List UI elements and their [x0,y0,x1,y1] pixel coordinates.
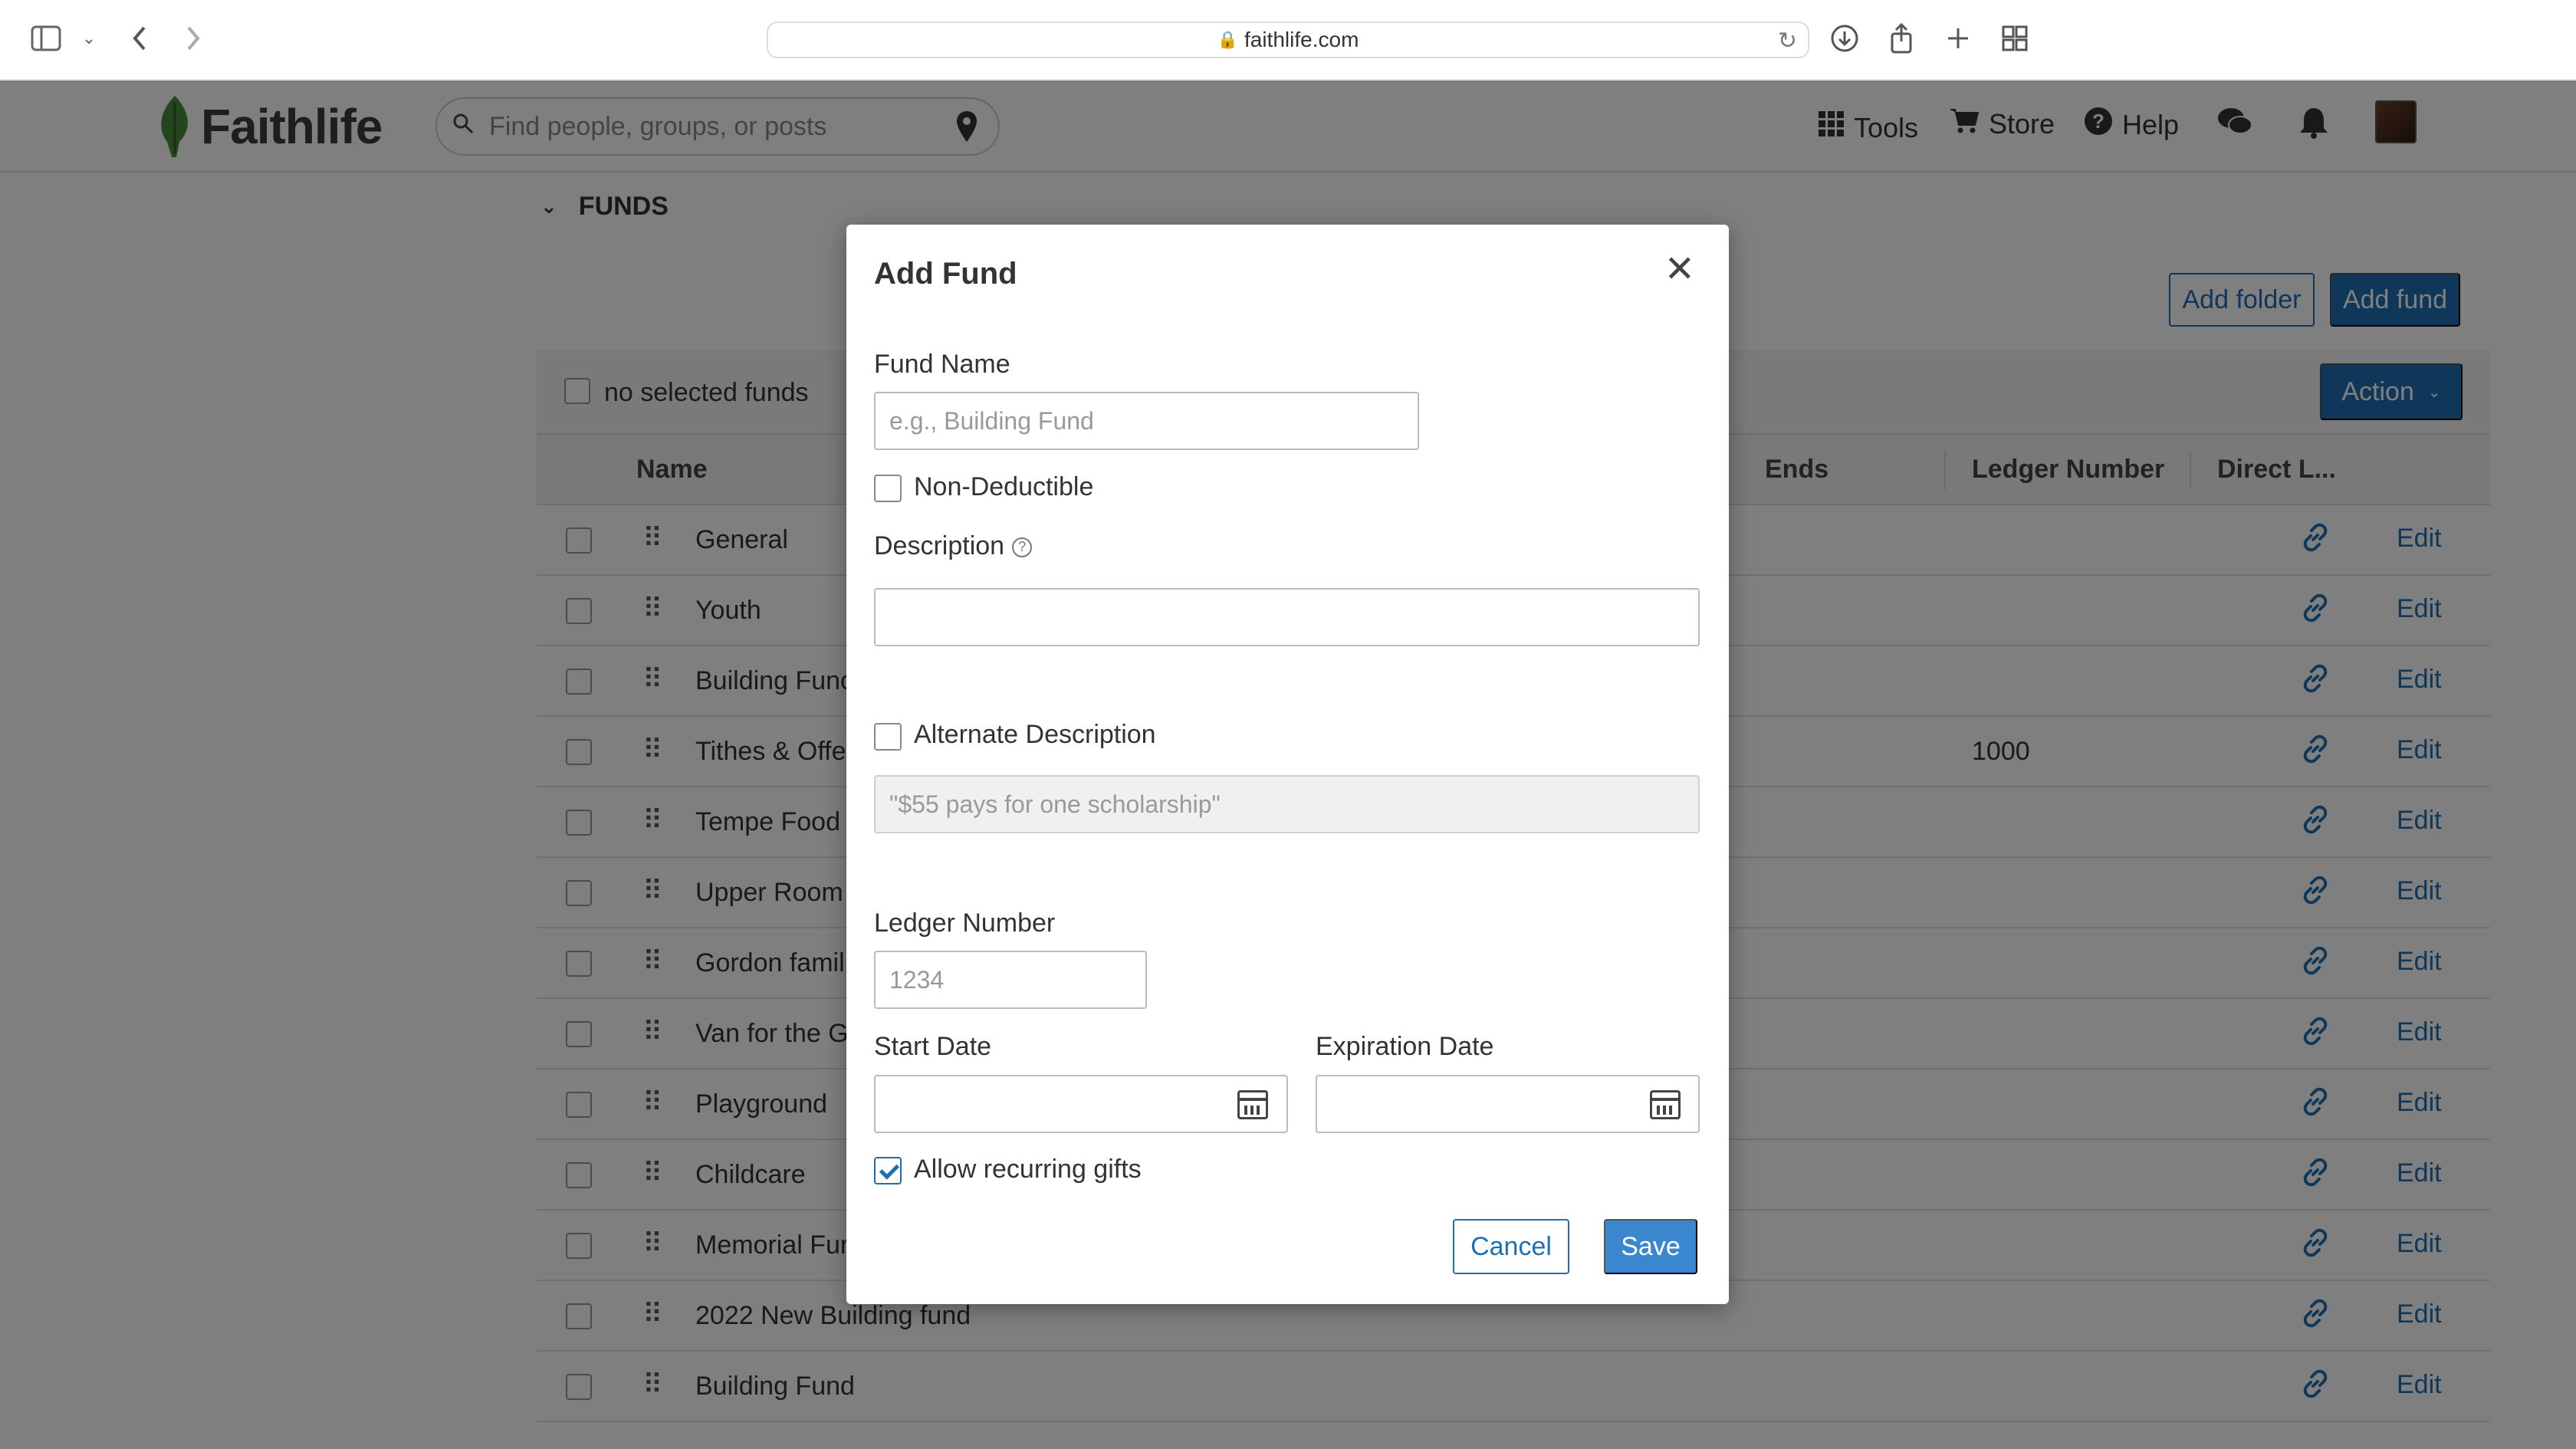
share-icon[interactable] [1883,20,1920,57]
new-tab-icon[interactable] [1940,20,1976,57]
calendar-icon[interactable] [1650,1090,1681,1119]
add-fund-modal: Add Fund ✕ Fund Name Non-Deductible Desc… [846,225,1729,1304]
save-button[interactable]: Save [1604,1219,1697,1274]
fund-name-input[interactable] [874,392,1419,450]
lock-icon: 🔒 [1217,30,1238,49]
chevron-down-icon[interactable]: ⌄ [71,20,107,57]
description-label: Description? [874,531,1033,561]
cancel-button[interactable]: Cancel [1453,1219,1569,1274]
sidebar-toggle-icon[interactable] [28,20,64,57]
description-input[interactable] [874,588,1700,646]
download-icon[interactable] [1826,20,1863,57]
address-bar[interactable]: 🔒 faithlife.com ↻ [767,21,1809,58]
url-text: faithlife.com [1244,28,1359,51]
reload-icon[interactable]: ↻ [1778,28,1797,54]
alternate-description-checkbox[interactable] [874,723,902,751]
non-deductible-checkbox[interactable] [874,475,902,502]
close-icon[interactable]: ✕ [1664,248,1695,291]
modal-title: Add Fund [874,257,1017,291]
expiration-date-input[interactable] [1316,1075,1700,1133]
description-label-text: Description [874,531,1005,560]
allow-recurring-checkbox[interactable] [874,1157,902,1184]
help-circle-icon[interactable]: ? [1012,537,1033,557]
forward-arrow-icon[interactable] [175,20,212,57]
calendar-icon[interactable] [1237,1090,1268,1119]
tab-overview-icon[interactable] [1996,20,2033,57]
fund-name-label: Fund Name [874,350,1010,379]
non-deductible-label: Non-Deductible [914,472,1094,501]
ledger-number-input[interactable] [874,951,1147,1009]
ledger-number-label: Ledger Number [874,909,1056,938]
back-arrow-icon[interactable] [121,20,158,57]
alternate-description-label: Alternate Description [914,720,1156,749]
expiration-date-label: Expiration Date [1316,1032,1494,1061]
start-date-label: Start Date [874,1032,992,1061]
allow-recurring-label: Allow recurring gifts [914,1155,1142,1184]
alternate-description-input [874,775,1700,833]
start-date-input[interactable] [874,1075,1288,1133]
browser-toolbar: ⌄ 🔒 faithlife.com ↻ [0,0,2576,80]
